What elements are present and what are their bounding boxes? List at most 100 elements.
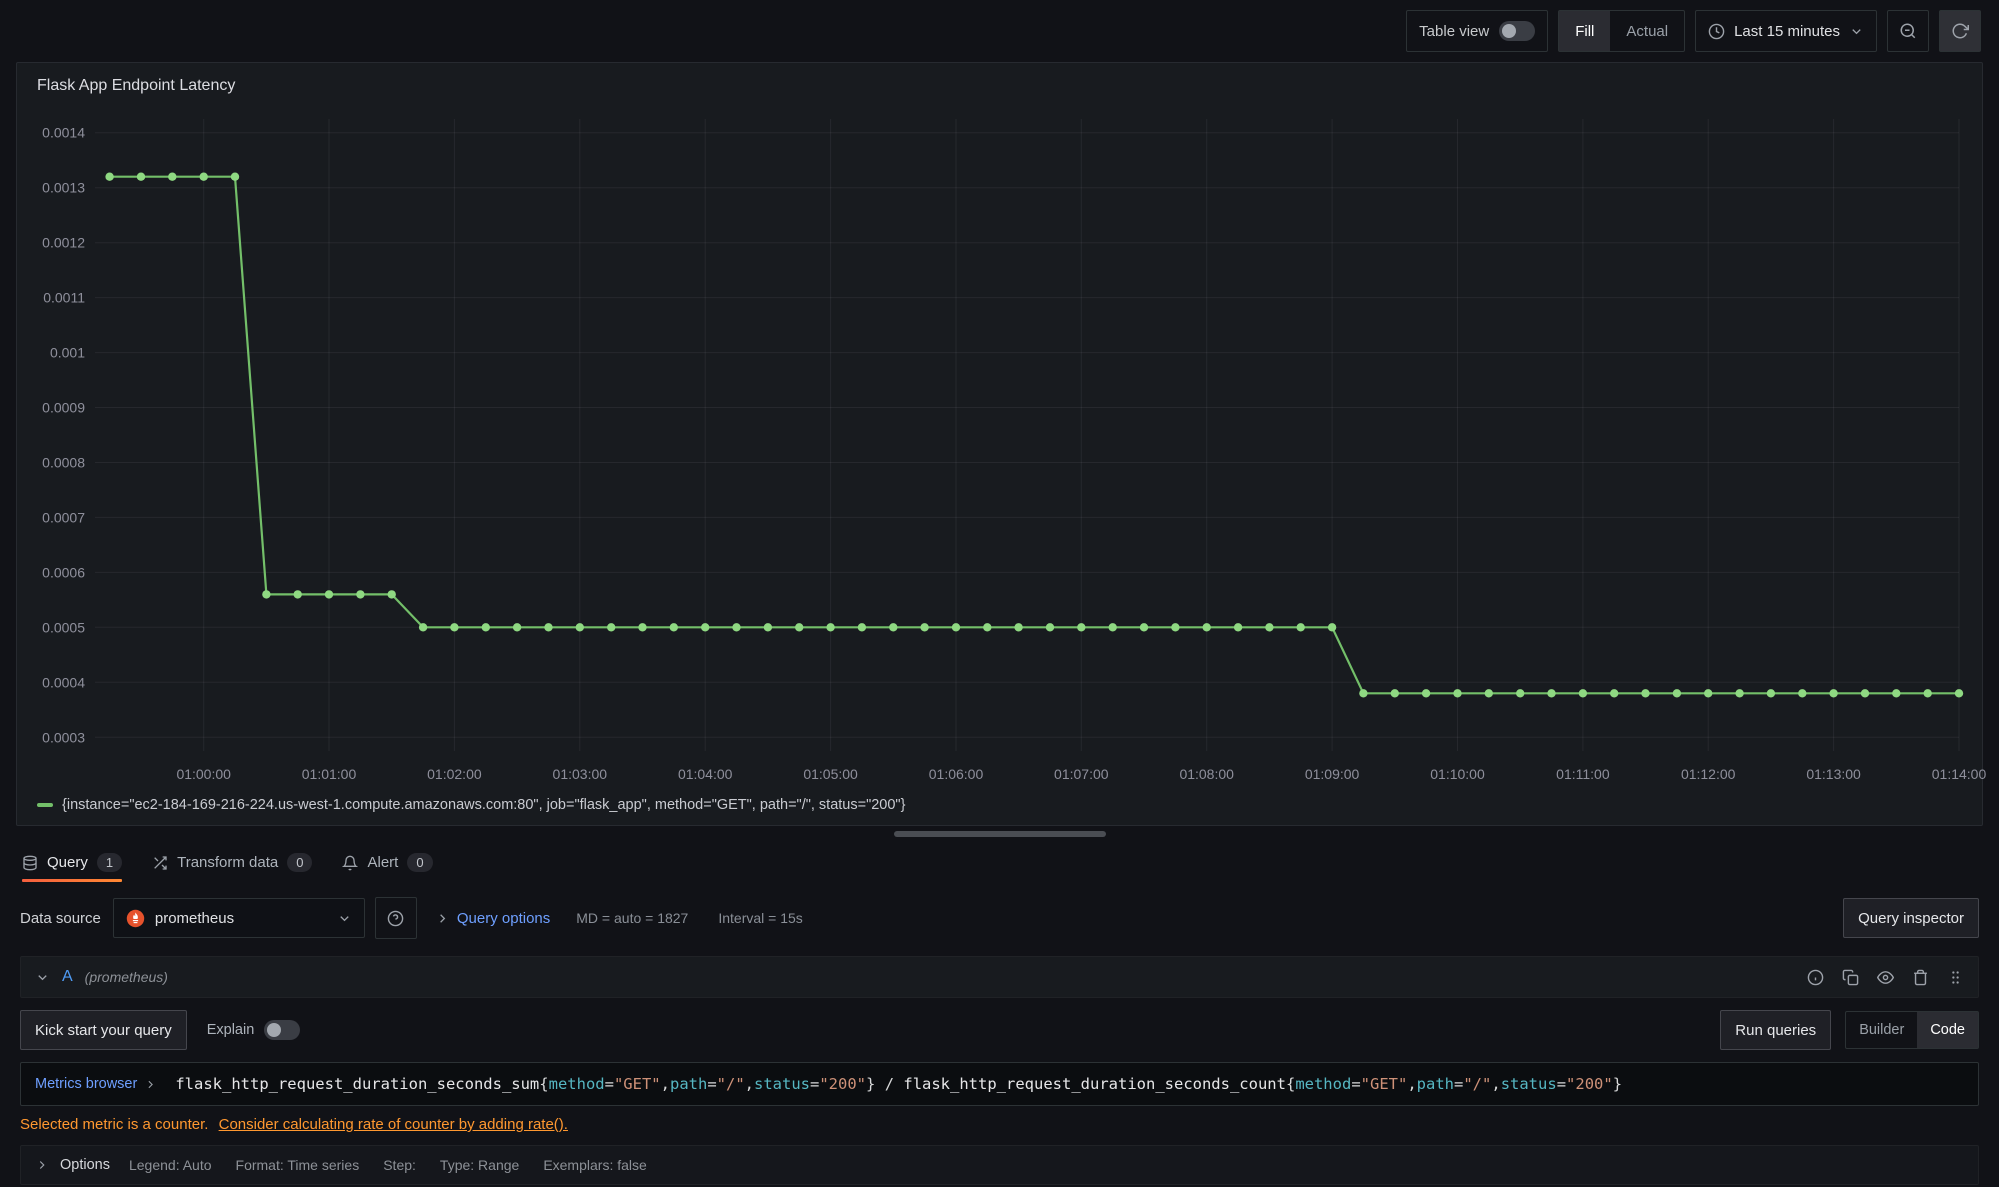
collapse-chevron-icon[interactable]: [35, 970, 50, 985]
series-point: [1798, 689, 1806, 697]
code-mode-button[interactable]: Code: [1917, 1012, 1978, 1048]
tab-query[interactable]: Query 1: [22, 853, 122, 882]
y-tick-label: 0.0003: [42, 729, 85, 745]
warning-rate-link[interactable]: Consider calculating rate of counter by …: [219, 1116, 568, 1133]
zoom-out-icon: [1899, 22, 1917, 40]
time-range-picker[interactable]: Last 15 minutes: [1695, 10, 1877, 52]
promql-editor: Metrics browser flask_http_request_durat…: [20, 1062, 1979, 1106]
series-point: [826, 623, 834, 631]
series-point: [1829, 689, 1837, 697]
shuffle-icon: [152, 855, 168, 871]
query-ref-id: A: [62, 968, 73, 986]
series-point: [1924, 689, 1932, 697]
tab-alert[interactable]: Alert 0: [342, 853, 432, 882]
time-range-label: Last 15 minutes: [1734, 23, 1840, 40]
series-point: [1234, 623, 1242, 631]
series-point: [732, 623, 740, 631]
x-tick-label: 01:02:00: [427, 766, 482, 782]
info-circle-icon[interactable]: [1807, 969, 1824, 986]
series-point: [795, 623, 803, 631]
actual-button[interactable]: Actual: [1610, 11, 1684, 51]
query-options-collapsed[interactable]: Options Legend: Auto Format: Time series…: [20, 1145, 1979, 1185]
query-row-header[interactable]: A (prometheus): [20, 956, 1979, 998]
explain-toggle[interactable]: [264, 1020, 300, 1040]
table-view-toggle[interactable]: [1499, 21, 1535, 41]
series-point: [1014, 623, 1022, 631]
series-point: [1610, 689, 1618, 697]
x-tick-label: 01:00:00: [176, 766, 231, 782]
metrics-browser-label: Metrics browser: [35, 1076, 137, 1092]
series-point: [1453, 689, 1461, 697]
query-options-label: Query options: [457, 910, 550, 927]
series-point: [1203, 623, 1211, 631]
x-tick-label: 01:09:00: [1305, 766, 1360, 782]
series-point: [1579, 689, 1587, 697]
tab-query-label: Query: [47, 854, 88, 871]
x-tick-label: 01:05:00: [803, 766, 858, 782]
datasource-row: Data source prometheus Query options MD …: [0, 882, 1999, 948]
x-tick-label: 01:07:00: [1054, 766, 1109, 782]
series-point: [1704, 689, 1712, 697]
run-queries-button[interactable]: Run queries: [1720, 1010, 1831, 1050]
bell-icon: [342, 855, 358, 871]
chevron-down-icon: [337, 911, 352, 926]
panel-editor-toolbar: Table view Fill Actual Last 15 minutes: [0, 0, 1999, 62]
x-tick-label: 01:03:00: [553, 766, 608, 782]
remove-query-trash-icon[interactable]: [1912, 969, 1929, 986]
legend-item[interactable]: {instance="ec2-184-169-216-224.us-west-1…: [25, 793, 1974, 813]
x-tick-label: 01:11:00: [1556, 766, 1610, 782]
series-point: [1328, 623, 1336, 631]
series-point: [513, 623, 521, 631]
chevron-down-icon: [1849, 24, 1864, 39]
refresh-button[interactable]: [1939, 10, 1981, 52]
y-tick-label: 0.0005: [42, 619, 85, 635]
metrics-browser-button[interactable]: Metrics browser: [21, 1076, 171, 1092]
datasource-label: Data source: [20, 910, 101, 927]
timeseries-panel: Flask App Endpoint Latency 0.00140.00130…: [16, 62, 1983, 826]
table-view-label: Table view: [1419, 23, 1489, 40]
chart-canvas[interactable]: 0.00140.00130.00120.00110.0010.00090.000…: [25, 105, 1974, 793]
series-point: [952, 623, 960, 631]
query-inspector-button[interactable]: Query inspector: [1843, 898, 1979, 938]
series-point: [576, 623, 584, 631]
query-datasource-hint: (prometheus): [85, 969, 168, 985]
chevron-right-icon: [144, 1078, 157, 1091]
table-view-group: Table view: [1406, 10, 1548, 52]
series-point: [388, 590, 396, 598]
fill-button[interactable]: Fill: [1559, 11, 1610, 51]
series-point: [294, 590, 302, 598]
zoom-out-button[interactable]: [1887, 10, 1929, 52]
series-line: [110, 177, 1959, 694]
tab-transform[interactable]: Transform data 0: [152, 853, 312, 882]
datasource-help-button[interactable]: [375, 897, 417, 939]
drag-handle-grip-icon[interactable]: [1947, 969, 1964, 986]
options-exemplars: Exemplars: false: [543, 1157, 646, 1173]
kick-start-query-button[interactable]: Kick start your query: [20, 1010, 187, 1050]
y-tick-label: 0.0013: [42, 180, 85, 196]
warning-text: Selected metric is a counter.: [20, 1116, 208, 1133]
y-tick-label: 0.0014: [42, 125, 85, 141]
pane-resize-handle[interactable]: [894, 831, 1106, 837]
series-point: [544, 623, 552, 631]
chevron-right-icon: [435, 911, 450, 926]
series-point: [1861, 689, 1869, 697]
help-circle-icon: [387, 910, 404, 927]
series-point: [607, 623, 615, 631]
series-point: [1422, 689, 1430, 697]
tab-alert-count: 0: [407, 853, 432, 872]
series-point: [920, 623, 928, 631]
tab-query-count: 1: [97, 853, 122, 872]
series-point: [1641, 689, 1649, 697]
series-point: [137, 173, 145, 181]
query-options-toggle[interactable]: Query options: [435, 910, 550, 927]
query-toolbar: Kick start your query Explain Run querie…: [20, 1010, 1979, 1050]
builder-mode-button[interactable]: Builder: [1846, 1012, 1917, 1048]
tab-transform-count: 0: [287, 853, 312, 872]
editor-tabs: Query 1 Transform data 0 Alert 0: [0, 842, 1999, 882]
duplicate-query-icon[interactable]: [1842, 969, 1859, 986]
builder-code-group: Builder Code: [1845, 1011, 1979, 1049]
series-point: [482, 623, 490, 631]
promql-code[interactable]: flask_http_request_duration_seconds_sum{…: [171, 1075, 1622, 1093]
datasource-select[interactable]: prometheus: [113, 898, 365, 938]
hide-query-eye-icon[interactable]: [1877, 969, 1894, 986]
